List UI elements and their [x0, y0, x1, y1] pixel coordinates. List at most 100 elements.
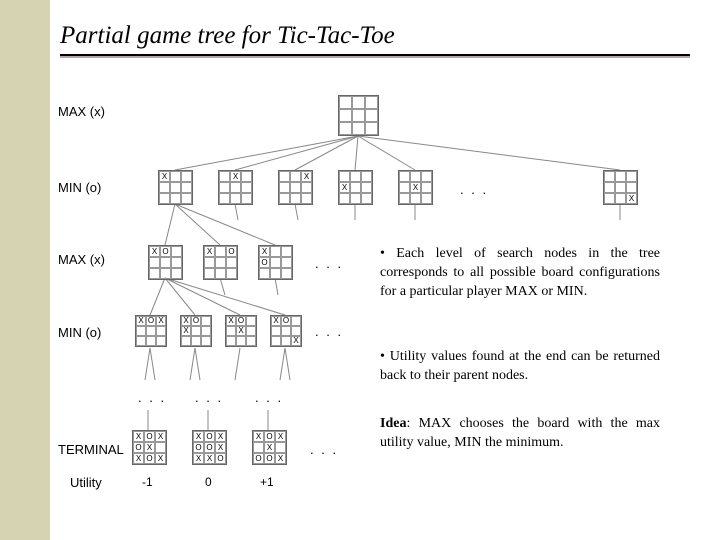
ellipsis-l3: . . . — [315, 324, 343, 339]
board-cell — [219, 193, 230, 204]
board-cell: X — [215, 431, 226, 442]
board-cell — [399, 171, 410, 182]
ellipsis-gap-2: . . . — [195, 390, 223, 405]
board-cell: X — [215, 442, 226, 453]
board-l1-3: X — [338, 170, 373, 205]
board-cell — [281, 326, 291, 336]
board-cell — [290, 182, 301, 193]
note-2: • Utility values found at the end can be… — [380, 348, 660, 386]
board-cell: X — [271, 316, 281, 326]
board-cell: X — [226, 316, 236, 326]
board-cell — [253, 442, 264, 453]
board-cell — [339, 122, 352, 135]
board-cell — [604, 193, 615, 204]
board-cell — [204, 257, 215, 268]
board-cell — [241, 193, 252, 204]
board-cell — [171, 268, 182, 279]
board-l1-4: X — [398, 170, 433, 205]
board-cell — [230, 193, 241, 204]
board-cell — [352, 96, 365, 109]
board-cell: X — [136, 316, 146, 326]
board-cell — [421, 182, 432, 193]
board-cell — [281, 336, 291, 346]
board-cell — [191, 326, 201, 336]
board-cell — [149, 257, 160, 268]
utility-2: +1 — [260, 475, 274, 489]
board-cell — [201, 336, 211, 346]
board-cell — [246, 336, 256, 346]
board-cell: X — [159, 171, 170, 182]
label-max-2: MAX (x) — [58, 252, 105, 267]
board-cell — [361, 182, 372, 193]
board-cell: O — [264, 453, 275, 464]
board-cell — [271, 326, 281, 336]
ellipsis-l2: . . . — [315, 256, 343, 271]
board-cell — [365, 122, 378, 135]
board-cell: O — [226, 246, 237, 257]
board-term-1: XOXOOXXXO — [192, 430, 227, 465]
board-cell — [290, 193, 301, 204]
board-cell — [215, 268, 226, 279]
board-cell — [410, 193, 421, 204]
board-cell: X — [204, 453, 215, 464]
board-cell — [171, 246, 182, 257]
note-1: • Each level of search nodes in the tree… — [380, 245, 660, 302]
board-cell — [230, 182, 241, 193]
board-cell: X — [275, 431, 286, 442]
board-cell — [170, 182, 181, 193]
label-terminal: TERMINAL — [58, 442, 124, 457]
board-cell — [270, 268, 281, 279]
board-cell: X — [133, 431, 144, 442]
note-3: Idea: MAX chooses the board with the max… — [380, 415, 660, 453]
board-cell — [241, 182, 252, 193]
board-cell: X — [236, 326, 246, 336]
board-cell: X — [301, 171, 312, 182]
board-cell — [291, 326, 301, 336]
board-cell — [226, 268, 237, 279]
board-cell — [259, 268, 270, 279]
board-cell — [361, 193, 372, 204]
board-l1-0: X — [158, 170, 193, 205]
board-cell — [615, 182, 626, 193]
header-rule — [60, 54, 690, 58]
board-cell — [421, 171, 432, 182]
board-l2-1: XO — [203, 245, 238, 280]
board-cell — [615, 193, 626, 204]
board-cell — [201, 316, 211, 326]
board-cell — [201, 326, 211, 336]
board-cell: O — [236, 316, 246, 326]
board-cell: O — [146, 316, 156, 326]
board-cell — [215, 246, 226, 257]
board-cell — [421, 193, 432, 204]
board-cell: X — [193, 453, 204, 464]
board-cell: O — [215, 453, 226, 464]
board-l1-8: X — [603, 170, 638, 205]
board-cell — [226, 257, 237, 268]
board-cell — [365, 96, 378, 109]
board-cell — [181, 336, 191, 346]
board-cell: O — [193, 442, 204, 453]
board-cell — [159, 182, 170, 193]
board-l2-0: XO — [148, 245, 183, 280]
board-cell — [281, 268, 292, 279]
board-cell — [281, 246, 292, 257]
board-cell: O — [144, 431, 155, 442]
board-cell: X — [155, 431, 166, 442]
left-accent-band — [0, 0, 50, 540]
board-cell: X — [156, 316, 166, 326]
board-cell — [291, 316, 301, 326]
board-cell: O — [204, 431, 215, 442]
board-cell — [181, 193, 192, 204]
board-cell — [279, 171, 290, 182]
board-cell — [604, 171, 615, 182]
board-cell: O — [259, 257, 270, 268]
board-cell: O — [133, 442, 144, 453]
board-cell — [270, 257, 281, 268]
board-cell: X — [626, 193, 637, 204]
board-l3-3: XOX — [270, 315, 302, 347]
note-3-rest: : MAX chooses the board with the max uti… — [380, 416, 660, 450]
board-cell — [339, 193, 350, 204]
board-cell: X — [339, 182, 350, 193]
header: Partial game tree for Tic-Tac-Toe — [60, 22, 700, 58]
board-cell — [399, 193, 410, 204]
